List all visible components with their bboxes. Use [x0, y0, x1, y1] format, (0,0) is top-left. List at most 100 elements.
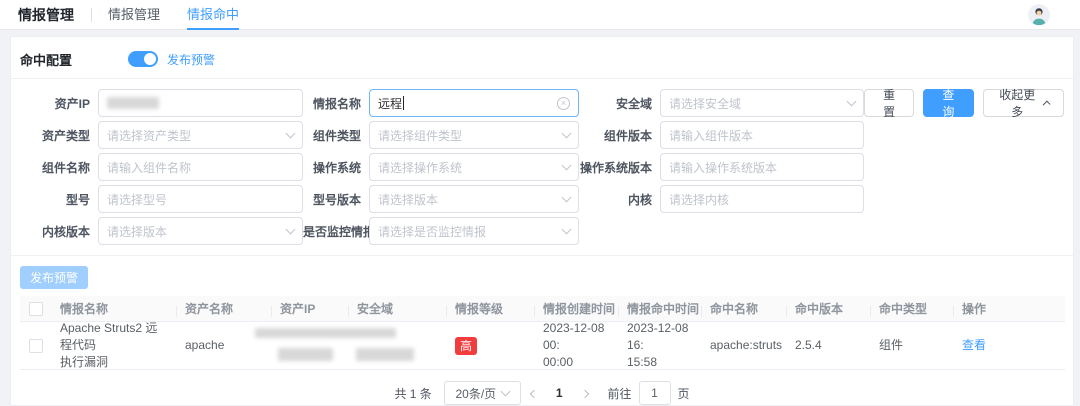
intel-created-cell: 2023-12-08 00:00:00: [535, 320, 619, 371]
filter-row: 型号请选择型号型号版本请选择版本内核请选择内核: [20, 185, 1069, 213]
redacted-value: [255, 328, 396, 338]
view-link[interactable]: 查看: [962, 338, 986, 352]
intel-level-badge: 高: [455, 337, 477, 355]
results-section: 发布预警 情报名称资产名称资产IP安全域情报等级情报创建时间情报命中时间命中名称…: [11, 256, 1073, 406]
column-header: 操作: [954, 300, 1065, 317]
collapse-more-button[interactable]: 收起更多: [983, 89, 1064, 117]
row-checkbox[interactable]: [29, 339, 43, 353]
component-name-placeholder: 请输入组件名称: [107, 159, 191, 176]
chevron-down-icon: [501, 387, 511, 397]
page-size-select[interactable]: 20条/页: [444, 381, 521, 405]
kernel-field: 内核请选择内核: [579, 185, 864, 213]
chevron-down-icon: [847, 97, 857, 107]
reset-button[interactable]: 重置: [864, 89, 914, 117]
component-version-label: 组件版本: [579, 127, 660, 144]
chevron-left-icon: [530, 390, 538, 398]
goto-label: 前往: [608, 385, 632, 402]
filter-form: 资产IP情报名称远程×安全域请选择安全域重置查询收起更多资产类型请选择资产类型组…: [11, 79, 1073, 255]
redacted-value: [278, 348, 333, 361]
os-placeholder: 请选择操作系统: [378, 159, 462, 176]
chevron-down-icon: [286, 225, 296, 235]
user-avatar[interactable]: [1028, 4, 1050, 26]
select-all-checkbox[interactable]: [29, 302, 43, 316]
os-select[interactable]: 请选择操作系统: [369, 153, 579, 181]
collapse-more-button-label: 收起更多: [998, 86, 1037, 120]
os-field: 操作系统请选择操作系统: [303, 153, 579, 181]
kernel-version-select[interactable]: 请选择版本: [98, 217, 303, 245]
chevron-down-icon: [562, 193, 572, 203]
next-page-button[interactable]: [572, 386, 598, 400]
tab-bar: 情报管理情报命中: [108, 0, 266, 30]
column-header: 资产名称: [177, 300, 272, 317]
column-header: 安全域: [349, 300, 447, 317]
kernel-placeholder: 请选择内核: [669, 191, 729, 208]
intel-name-cell: Apache Struts2 远程代码执行漏洞: [52, 320, 177, 371]
action-cell: 查看: [954, 337, 1065, 354]
tab-intel-management[interactable]: 情报管理: [108, 0, 160, 30]
os-version-placeholder: 请输入操作系统版本: [669, 159, 777, 176]
chevron-down-icon: [286, 129, 296, 139]
page-size-value: 20条/页: [455, 385, 496, 402]
kernel-input[interactable]: 请选择内核: [660, 185, 864, 213]
asset-type-select[interactable]: 请选择资产类型: [98, 121, 303, 149]
column-header: 命中类型: [871, 300, 954, 317]
asset-ip-field: 资产IP: [20, 89, 303, 117]
table-header-row: 情报名称资产名称资产IP安全域情报等级情报创建时间情报命中时间命中名称命中版本命…: [20, 296, 1065, 322]
toggle-knob: [144, 53, 156, 65]
search-button-label: 查询: [938, 86, 958, 120]
asset-ip-input[interactable]: [98, 89, 303, 117]
clear-input-icon[interactable]: ×: [557, 97, 570, 110]
prev-page-button[interactable]: [521, 386, 547, 400]
component-type-select[interactable]: 请选择组件类型: [369, 121, 579, 149]
model-placeholder: 请选择型号: [107, 191, 167, 208]
publish-alert-toggle-label: 发布预警: [167, 51, 215, 68]
security-domain-placeholder: 请选择安全域: [669, 95, 741, 112]
model-version-field: 型号版本请选择版本: [303, 185, 579, 213]
monitored-intel-label: 是否监控情报: [303, 223, 369, 240]
column-header: 情报名称: [52, 300, 177, 317]
results-table: 情报名称资产名称资产IP安全域情报等级情报创建时间情报命中时间命中名称命中版本命…: [20, 296, 1065, 370]
asset-ip-label: 资产IP: [20, 95, 98, 112]
security-domain-select[interactable]: 请选择安全域: [660, 89, 864, 117]
publish-alert-button[interactable]: 发布预警: [20, 266, 88, 289]
text-cursor: [403, 96, 404, 110]
model-version-select[interactable]: 请选择版本: [369, 185, 579, 213]
publish-alert-toggle[interactable]: [128, 51, 158, 67]
intel-name-field: 情报名称远程×: [303, 89, 579, 117]
page-title: 情报管理: [18, 5, 74, 25]
user-avatar-icon: [1028, 4, 1050, 26]
pagination: 共 1 条 20条/页 1 前往 1 页: [20, 376, 1064, 406]
component-version-input[interactable]: 请输入组件版本: [660, 121, 864, 149]
column-header: 资产IP: [272, 300, 349, 317]
redacted-value: [107, 97, 159, 109]
tab-intel-hit[interactable]: 情报命中: [187, 0, 239, 30]
title-divider: [91, 8, 92, 22]
top-bar: 情报管理 情报管理情报命中: [0, 0, 1080, 30]
kernel-version-label: 内核版本: [20, 223, 98, 240]
os-version-field: 操作系统版本请输入操作系统版本: [579, 153, 864, 181]
model-input[interactable]: 请选择型号: [98, 185, 303, 213]
component-name-input[interactable]: 请输入组件名称: [98, 153, 303, 181]
hit-name-cell: apache:struts: [702, 337, 787, 354]
current-page-button[interactable]: 1: [547, 386, 572, 400]
intel-name-value: 远程: [378, 95, 402, 112]
monitored-intel-select[interactable]: 请选择是否监控情报: [369, 217, 579, 245]
filter-row: 资产类型请选择资产类型组件类型请选择组件类型组件版本请输入组件版本: [20, 121, 1069, 149]
intel-hit-time-cell: 2023-12-08 16:15:58: [619, 320, 702, 371]
intel-name-input[interactable]: 远程 ×: [369, 89, 579, 117]
os-version-input[interactable]: 请输入操作系统版本: [660, 153, 864, 181]
intel-level-cell: 高: [447, 337, 535, 355]
goto-page-input[interactable]: 1: [639, 381, 671, 405]
component-name-field: 组件名称请输入组件名称: [20, 153, 303, 181]
component-type-label: 组件类型: [303, 127, 369, 144]
component-type-placeholder: 请选择组件类型: [378, 127, 462, 144]
filter-actions: 重置查询 收起更多: [864, 89, 1069, 117]
filter-row: 内核版本请选择版本是否监控情报请选择是否监控情报: [20, 217, 1069, 245]
redacted-value: [356, 348, 414, 361]
kernel-label: 内核: [579, 191, 660, 208]
total-count-label: 共 1 条: [394, 385, 431, 402]
model-field: 型号请选择型号: [20, 185, 303, 213]
os-label: 操作系统: [303, 159, 369, 176]
search-button[interactable]: 查询: [923, 89, 973, 117]
column-header: 命中版本: [787, 300, 871, 317]
